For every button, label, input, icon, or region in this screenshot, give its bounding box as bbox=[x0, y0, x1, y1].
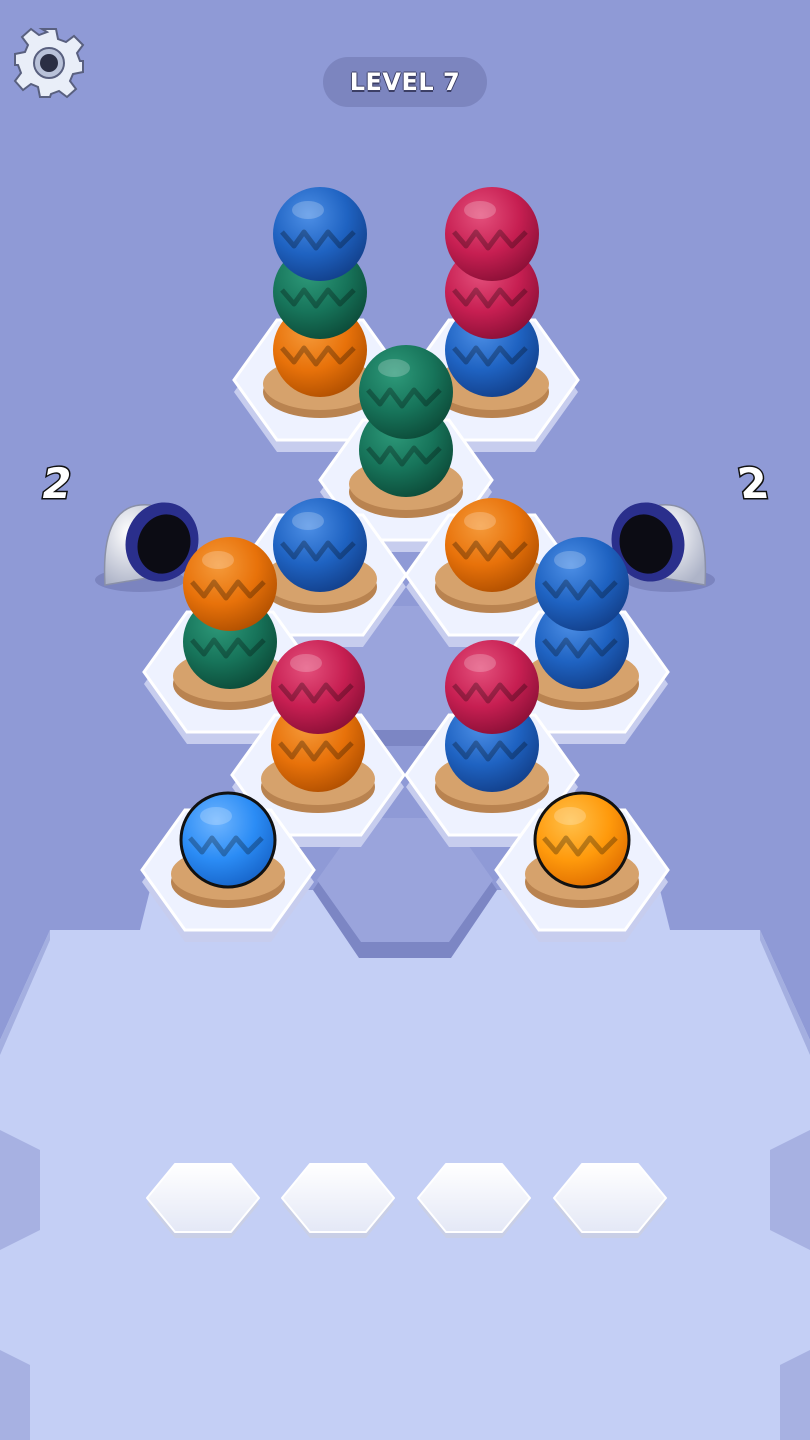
ball-red bbox=[445, 187, 539, 281]
ball-orange bbox=[183, 537, 277, 631]
stack-lower-right[interactable] bbox=[435, 640, 549, 813]
gear-icon bbox=[13, 27, 85, 99]
ball-bright_orange bbox=[533, 791, 631, 889]
launcher-count: 2 bbox=[734, 459, 772, 508]
ball-red bbox=[271, 640, 365, 734]
ball-red bbox=[445, 640, 539, 734]
launcher-left[interactable]: 2 bbox=[36, 458, 210, 592]
ball-blue bbox=[273, 498, 367, 592]
settings-button[interactable] bbox=[10, 24, 88, 102]
side-step-right bbox=[770, 1130, 810, 1250]
ball-green bbox=[359, 345, 453, 439]
stack-far-left[interactable] bbox=[173, 537, 287, 710]
stack-lower-left[interactable] bbox=[261, 640, 375, 813]
ball-orange bbox=[445, 498, 539, 592]
stack-center-top[interactable] bbox=[349, 345, 463, 518]
level-indicator: LEVEL 7 bbox=[323, 57, 487, 107]
side-step-right-2 bbox=[780, 1350, 810, 1440]
ball-blue bbox=[535, 537, 629, 631]
floor bbox=[0, 890, 810, 1440]
ball-blue bbox=[273, 187, 367, 281]
stack-far-right[interactable] bbox=[525, 537, 639, 710]
launcher-count: 2 bbox=[38, 459, 76, 508]
level-label: LEVEL 7 bbox=[349, 68, 461, 96]
side-step-left-2 bbox=[0, 1350, 30, 1440]
side-step-left bbox=[0, 1130, 40, 1250]
game-board: 22 bbox=[0, 187, 810, 1440]
ball-bright_blue bbox=[179, 791, 277, 889]
